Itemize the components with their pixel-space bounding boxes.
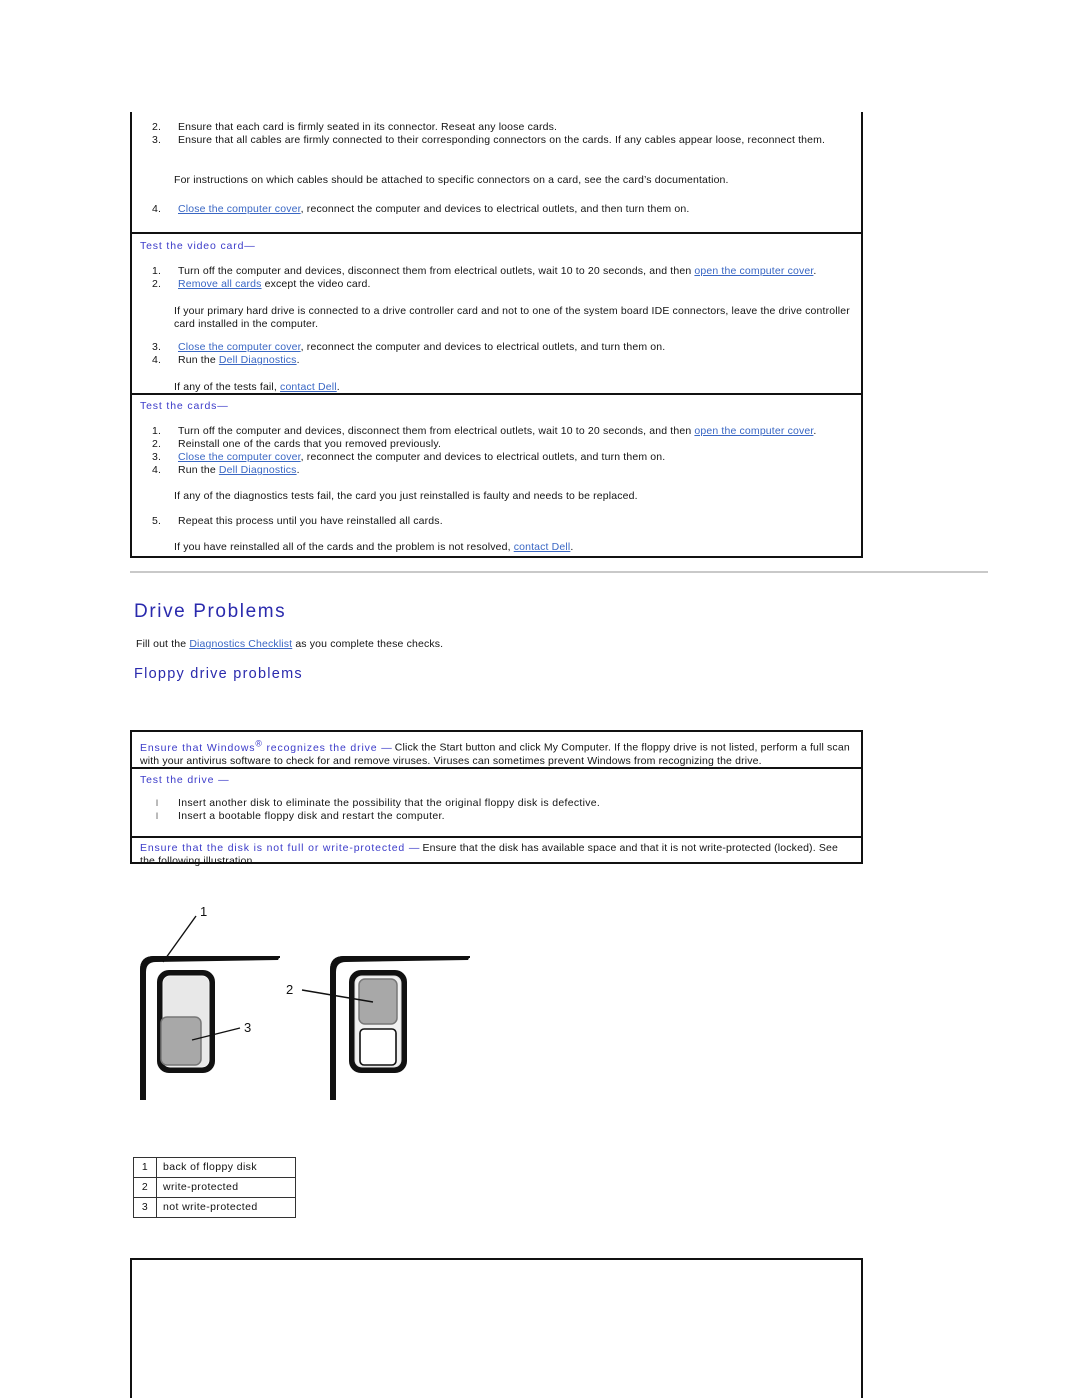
list-number: 1. (152, 265, 162, 277)
list-number: 3. (152, 134, 162, 146)
troubleshooting-callout-box: 2. Ensure that each card is firmly seate… (130, 112, 863, 558)
list-number: 1. (152, 425, 162, 437)
document-page: 2. Ensure that each card is firmly seate… (0, 0, 1080, 1398)
callout-number-3: 3 (244, 1020, 251, 1035)
list-number: 5. (152, 515, 162, 527)
callout-number-1: 1 (200, 904, 207, 919)
legend-index: 1 (133, 1157, 157, 1178)
bullet-glyph: l (156, 811, 159, 821)
list-item: 2. Remove all cards except the video car… (152, 278, 858, 291)
list-item: 2. Ensure that each card is firmly seate… (152, 121, 842, 134)
legend-index: 3 (133, 1197, 157, 1218)
test-drive-heading: Test the drive — (140, 774, 229, 786)
list-number: 2. (152, 121, 162, 133)
list-item: 3. Close the computer cover, reconnect t… (152, 341, 858, 354)
list-text: Run the Dell Diagnostics. (178, 354, 300, 366)
section-divider-rule (130, 571, 988, 573)
table-row: 2 write-protected (133, 1177, 296, 1198)
link-contact-dell[interactable]: contact Dell (514, 541, 571, 553)
list-number: 4. (152, 203, 162, 215)
link-diagnostics-checklist[interactable]: Diagnostics Checklist (189, 638, 292, 650)
list-text: Remove all cards except the video card. (178, 278, 371, 290)
link-close-the-computer-cover[interactable]: Close the computer cover (178, 451, 301, 463)
list-item: 4. Run the Dell Diagnostics. (152, 464, 858, 477)
list-text: Turn off the computer and devices, disco… (178, 425, 817, 437)
link-dell-diagnostics[interactable]: Dell Diagnostics (219, 464, 297, 476)
illustration-legend-table: 1 back of floppy disk 2 write-protected … (133, 1157, 296, 1218)
list-item: l Insert a bootable floppy disk and rest… (156, 809, 846, 824)
link-open-the-computer-cover[interactable]: open the computer cover (694, 425, 813, 437)
legend-label: back of floppy disk (156, 1157, 296, 1178)
list-item: 3. Close the computer cover, reconnect t… (152, 451, 858, 464)
write-protect-tab-closed (160, 1016, 202, 1066)
floppy-disk-illustration: 1 3 2 (130, 900, 550, 1130)
list-number: 3. (152, 341, 162, 353)
link-close-the-computer-cover[interactable]: Close the computer cover (178, 203, 301, 215)
link-open-the-computer-cover[interactable]: open the computer cover (694, 265, 813, 277)
link-close-the-computer-cover[interactable]: Close the computer cover (178, 341, 301, 353)
page-title: Drive Problems (134, 601, 287, 622)
legend-label: write-protected (156, 1177, 296, 1198)
callout-divider (132, 767, 861, 769)
registered-trademark-symbol: ® (255, 738, 263, 748)
list-item: 4. Run the Dell Diagnostics. (152, 354, 858, 367)
list-text-rest: , reconnect the computer and devices to … (300, 203, 690, 215)
list-number: 2. (152, 438, 162, 450)
next-callout-box-truncated (130, 1258, 863, 1398)
section-subtitle-floppy-drive-problems: Floppy drive problems (134, 666, 303, 682)
link-contact-dell[interactable]: contact Dell (280, 381, 337, 393)
floppy-drive-callout-box: Ensure that Windows® recognizes the driv… (130, 730, 863, 867)
list-number: 4. (152, 354, 162, 366)
table-row: 3 not write-protected (133, 1197, 296, 1218)
list-item: 2. Reinstall one of the cards that you r… (152, 438, 858, 451)
floppy-disk-right (330, 956, 470, 1100)
legend-label: not write-protected (156, 1197, 296, 1218)
list-text: Run the Dell Diagnostics. (178, 464, 300, 476)
list-number: 3. (152, 451, 162, 463)
callout-divider (132, 393, 861, 395)
list-item: 5. Repeat this process until you have re… (152, 515, 858, 528)
callout-divider (132, 836, 861, 838)
list-number: 4. (152, 464, 162, 476)
floppy-disk-left (140, 956, 280, 1100)
list-text: Repeat this process until you have reins… (178, 515, 443, 527)
callout-leader-1: 1 (162, 904, 207, 963)
list-number: 2. (152, 278, 162, 290)
floppy-disk-diagram-svg: 1 3 2 (140, 904, 470, 1100)
windows-recognizes-drive-entry: Ensure that Windows® recognizes the driv… (140, 737, 856, 768)
list-text: Close the computer cover, reconnect the … (178, 203, 852, 216)
link-dell-diagnostics[interactable]: Dell Diagnostics (219, 354, 297, 366)
windows-recognizes-drive-heading: Ensure that Windows® recognizes the driv… (140, 738, 392, 754)
callout-number-2: 2 (286, 982, 293, 997)
list-text: Ensure that each card is firmly seated i… (178, 121, 558, 133)
cards-footer-note: If you have reinstalled all of the cards… (174, 541, 574, 553)
cables-note-paragraph: For instructions on which cables should … (174, 174, 729, 186)
diagnostics-fail-note: If any of the diagnostics tests fail, th… (174, 490, 638, 502)
write-protect-tab-open (358, 978, 398, 1025)
write-protected-entry: Ensure that the disk is not full or writ… (140, 842, 856, 868)
callout-divider (132, 232, 861, 234)
list-text: Turn off the computer and devices, disco… (178, 265, 817, 277)
list-text: Reinstall one of the cards that you remo… (178, 438, 442, 450)
diagnostics-checklist-intro: Fill out the Diagnostics Checklist as yo… (136, 638, 444, 650)
write-protected-heading: Ensure that the disk is not full or writ… (140, 842, 420, 854)
list-item: 1. Turn off the computer and devices, di… (152, 425, 858, 438)
list-text: Insert a bootable floppy disk and restar… (178, 810, 445, 822)
write-protect-hole (359, 1028, 397, 1066)
table-row: 1 back of floppy disk (133, 1157, 296, 1178)
test-cards-heading: Test the cards— (140, 400, 228, 412)
list-text: Close the computer cover, reconnect the … (178, 451, 666, 463)
list-text: Close the computer cover, reconnect the … (178, 341, 666, 353)
list-item: 1. Turn off the computer and devices, di… (152, 265, 858, 278)
list-item: 3. Ensure that all cables are firmly con… (152, 134, 852, 147)
list-text: Ensure that all cables are firmly connec… (178, 134, 826, 146)
legend-index: 2 (133, 1177, 157, 1198)
test-video-card-heading: Test the video card— (140, 240, 255, 252)
link-remove-all-cards[interactable]: Remove all cards (178, 278, 262, 290)
primary-hard-drive-note: If your primary hard drive is connected … (174, 305, 850, 331)
list-item: 4. Close the computer cover, reconnect t… (152, 203, 852, 216)
